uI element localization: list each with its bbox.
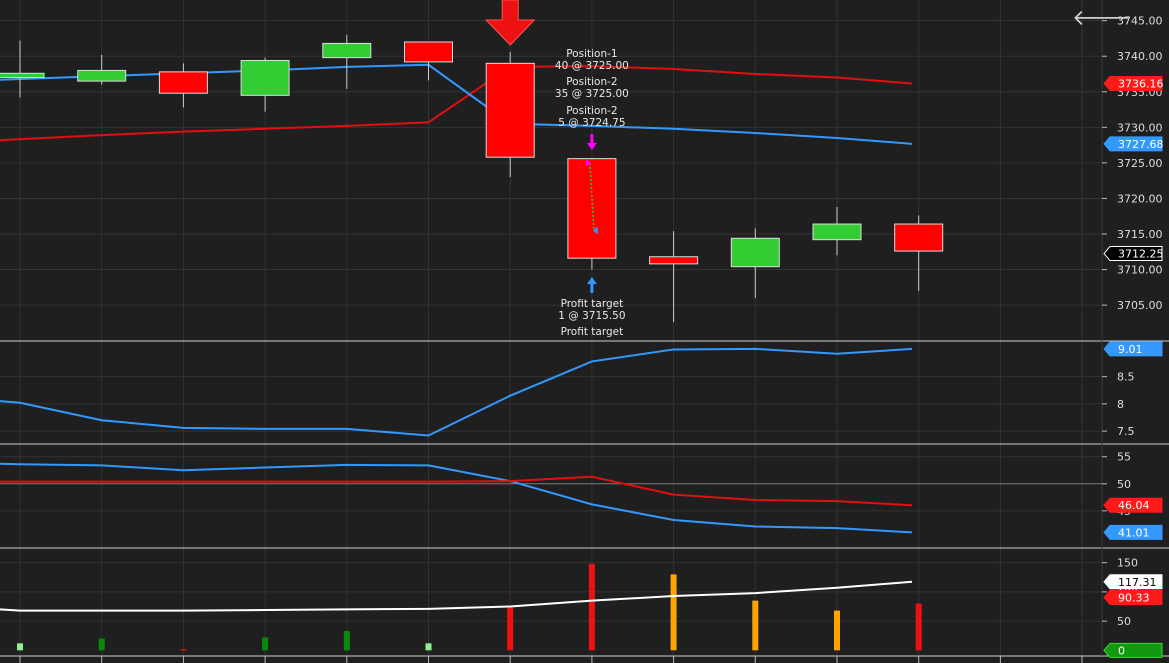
position-annotation-text: Position-2 bbox=[566, 76, 617, 88]
volume-bar bbox=[507, 607, 514, 651]
arrow-left-icon[interactable]: 🡐 bbox=[1072, 6, 1131, 32]
price-label-text: 9.01 bbox=[1118, 343, 1143, 356]
price-label-text: 3727.68 bbox=[1118, 138, 1164, 151]
y-tick-label: 3740.00 bbox=[1117, 50, 1163, 63]
y-tick-label: 50 bbox=[1117, 615, 1131, 628]
candle-body bbox=[240, 59, 290, 96]
profit-target-annotation-text: Profit target bbox=[561, 326, 624, 338]
position-annotation-text: Position-2 bbox=[566, 105, 617, 117]
y-tick-label: 3710.00 bbox=[1117, 264, 1163, 277]
candle-body bbox=[322, 42, 372, 59]
y-tick-label: 3720.00 bbox=[1117, 192, 1163, 205]
position-annotation-text: 40 @ 3725.00 bbox=[555, 60, 629, 72]
price-label-green bbox=[1103, 642, 1163, 658]
candle-body bbox=[77, 69, 127, 82]
y-tick-label: 150 bbox=[1117, 557, 1138, 570]
candle-body bbox=[894, 223, 944, 252]
y-tick-label: 7.5 bbox=[1117, 425, 1135, 438]
position-annotation-text: 35 @ 3725.00 bbox=[555, 88, 629, 100]
candle-body bbox=[485, 62, 535, 158]
price-label-text: 90.33 bbox=[1118, 592, 1150, 605]
candle-body bbox=[404, 41, 453, 63]
volume-bar bbox=[425, 643, 432, 651]
position-annotation-text: 5 @ 3724.75 bbox=[558, 117, 625, 129]
y-tick-label: 55 bbox=[1117, 451, 1131, 464]
y-tick-label: 8 bbox=[1117, 398, 1124, 411]
y-tick-label: 3725.00 bbox=[1117, 157, 1163, 170]
volume-bar bbox=[17, 643, 23, 651]
volume-bar bbox=[98, 638, 105, 651]
price-chart[interactable]: 3745.003740.003735.003730.003725.003720.… bbox=[0, 0, 1169, 663]
volume-bar bbox=[180, 649, 187, 651]
y-tick-label: 50 bbox=[1117, 478, 1131, 491]
candle-body bbox=[730, 237, 780, 268]
price-label-text: 117.31 bbox=[1118, 576, 1157, 589]
price-label-text: 3736.16 bbox=[1118, 78, 1164, 91]
volume-bar bbox=[915, 603, 922, 651]
price-label-text: 41.01 bbox=[1118, 526, 1150, 539]
volume-bar bbox=[262, 637, 269, 651]
volume-bar bbox=[588, 563, 595, 651]
volume-bar bbox=[670, 574, 677, 651]
price-label-text: 3712.25 bbox=[1118, 248, 1164, 261]
y-tick-label: 8.5 bbox=[1117, 371, 1135, 384]
volume-bar bbox=[834, 610, 840, 651]
position-annotation-text: Position-1 bbox=[566, 48, 617, 60]
volume-bar bbox=[343, 631, 350, 651]
price-label-text: 0 bbox=[1118, 644, 1125, 657]
profit-target-annotation-text: Profit target bbox=[561, 298, 624, 310]
y-tick-label: 3730.00 bbox=[1117, 121, 1163, 134]
candle-body bbox=[0, 72, 45, 79]
profit-target-annotation-text: 1 @ 3715.50 bbox=[558, 310, 625, 322]
candle-body bbox=[158, 71, 208, 94]
candle-body bbox=[812, 223, 862, 241]
volume-bar bbox=[752, 600, 759, 651]
y-tick-label: 3705.00 bbox=[1117, 299, 1163, 312]
y-tick-label: 3715.00 bbox=[1117, 228, 1163, 241]
candle-body bbox=[649, 256, 699, 265]
price-label-text: 46.04 bbox=[1118, 499, 1150, 512]
